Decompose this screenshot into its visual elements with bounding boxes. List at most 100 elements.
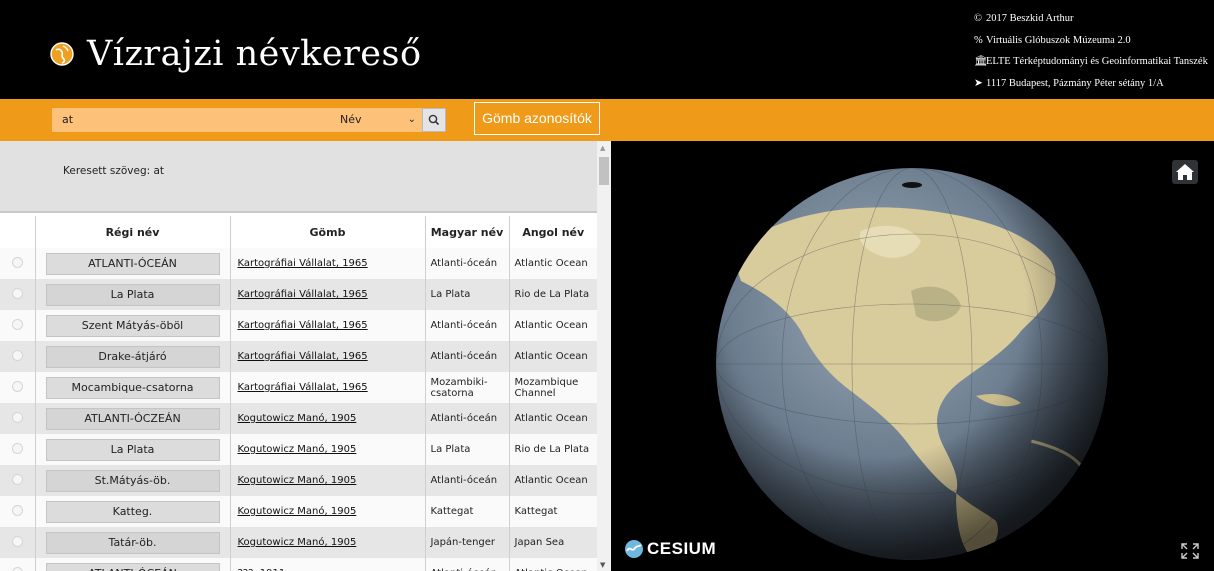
column-header-hungarian-name[interactable]: Magyar név <box>424 216 509 248</box>
globe-cell: Kogutowicz Manó, 1905 <box>229 527 425 558</box>
hungarian-name-cell: Atlanti-óceán <box>424 465 509 496</box>
row-select-cell[interactable] <box>0 310 35 341</box>
globe-link[interactable]: Kartográfiai Vállalat, 1965 <box>236 351 368 362</box>
table-row[interactable]: St.Mátyás-öb. Kogutowicz Manó, 1905 Atlant… <box>0 465 597 496</box>
search-icon <box>428 114 440 126</box>
globe-link[interactable]: Kogutowicz Manó, 1905 <box>236 506 357 517</box>
table-row[interactable]: La Plata Kogutowicz Manó, 1905 La Plata Rio… <box>0 434 597 465</box>
old-name-box[interactable]: ATLANTI-ÓCEÁN <box>45 562 220 571</box>
old-name-box[interactable]: ATLANTI-ÓCEÁN <box>45 252 220 275</box>
fullscreen-button[interactable] <box>1178 540 1202 562</box>
old-name-box[interactable]: La Plata <box>45 283 220 306</box>
chevron-down-icon: ⌄ <box>407 114 416 125</box>
table-row[interactable]: Drake-átjáró Kartográfiai Vállalat, 1965 A… <box>0 341 597 372</box>
credit-link[interactable]: % Virtuális Glóbuszok Múzeuma 2.0 <box>974 30 1208 52</box>
old-name-box[interactable]: Tatár-öb. <box>45 531 220 554</box>
english-name-cell: Kattegat <box>508 496 597 527</box>
globe-cell: Kogutowicz Manó, 1905 <box>229 434 425 465</box>
scroll-down-icon[interactable]: ▼ <box>600 561 605 569</box>
row-select-cell[interactable] <box>0 372 35 403</box>
row-select-cell[interactable] <box>0 465 35 496</box>
globe-cell: Kogutowicz Manó, 1905 <box>229 403 425 434</box>
search-input[interactable]: at <box>52 108 332 132</box>
table-row[interactable]: ATLANTI-ÓCEÁN Kartográfiai Vállalat, 1965… <box>0 248 597 279</box>
table-row[interactable]: Tatár-öb. Kogutowicz Manó, 1905 Japán-teng… <box>0 527 597 558</box>
old-name-box[interactable]: Katteg. <box>45 500 220 523</box>
old-name-cell: St.Mátyás-öb. <box>34 465 230 496</box>
search-field-select[interactable]: Név ⌄ <box>332 108 422 132</box>
row-radio[interactable] <box>11 256 23 268</box>
globe-link[interactable]: Kogutowicz Manó, 1905 <box>236 444 357 455</box>
globe-link[interactable]: Kartográfiai Vállalat, 1965 <box>236 382 368 393</box>
globe-link[interactable]: Kogutowicz Manó, 1905 <box>236 413 357 424</box>
globe-ids-button[interactable]: Gömb azonosítók <box>474 102 600 135</box>
row-select-cell[interactable] <box>0 248 35 279</box>
old-name-box[interactable]: Drake-átjáró <box>45 345 220 368</box>
row-select-cell[interactable] <box>0 434 35 465</box>
old-name-box[interactable]: Mocambique-csatorna <box>45 376 220 399</box>
row-radio[interactable] <box>11 318 23 330</box>
row-radio[interactable] <box>11 411 23 423</box>
old-name-box[interactable]: ATLANTI-ÓCZEÁN <box>45 407 220 430</box>
globe-icon <box>50 42 74 66</box>
row-select-cell[interactable] <box>0 279 35 310</box>
row-select-cell[interactable] <box>0 403 35 434</box>
old-name-cell: La Plata <box>34 434 230 465</box>
row-radio[interactable] <box>11 380 23 392</box>
table-row[interactable]: La Plata Kartográfiai Vállalat, 1965 La Pl… <box>0 279 597 310</box>
row-radio[interactable] <box>11 535 23 547</box>
column-header-globe[interactable]: Gömb <box>229 216 425 248</box>
table-row[interactable]: Szent Mátyás-öböl Kartográfiai Vállalat, … <box>0 310 597 341</box>
fullscreen-icon <box>1181 543 1199 559</box>
hungarian-name-cell: Japán-tenger <box>424 527 509 558</box>
english-name-cell: Atlantic Ocean <box>508 403 597 434</box>
row-radio[interactable] <box>11 349 23 361</box>
globe-link[interactable]: Kartográfiai Vállalat, 1965 <box>236 258 368 269</box>
column-header-english-name[interactable]: Angol név <box>508 216 597 248</box>
globe-link[interactable]: Kogutowicz Manó, 1905 <box>236 537 357 548</box>
english-name-cell: Atlantic Ocean <box>508 248 597 279</box>
globe-viewer[interactable] <box>611 141 1214 571</box>
table-row[interactable]: ATLANTI-ÓCEÁN ???, 1911Atlanti-óceánAtlan… <box>0 558 597 571</box>
hungarian-name-cell: Atlanti-óceán <box>424 341 509 372</box>
row-radio[interactable] <box>11 473 23 485</box>
old-name-box[interactable]: St.Mátyás-öb. <box>45 469 220 492</box>
old-name-cell: Szent Mátyás-öböl <box>34 310 230 341</box>
hungarian-name-cell: Atlanti-óceán <box>424 248 509 279</box>
english-name-cell: Atlantic Ocean <box>508 341 597 372</box>
cesium-logo[interactable]: CESIUM <box>624 539 716 559</box>
credits: © 2017 Beszkid Arthur % Virtuális Glóbuszo… <box>974 8 1208 94</box>
row-select-cell[interactable] <box>0 341 35 372</box>
row-select-cell[interactable] <box>0 558 35 571</box>
globe-link[interactable]: Kartográfiai Vállalat, 1965 <box>236 320 368 331</box>
searched-text-box: Keresett szöveg: at <box>0 141 597 213</box>
english-name-cell: Mozambique Channel <box>508 372 597 403</box>
row-select-cell[interactable] <box>0 527 35 558</box>
globe-link[interactable]: Kogutowicz Manó, 1905 <box>236 475 357 486</box>
select-value: Név <box>340 113 362 126</box>
table-row[interactable]: Katteg. Kogutowicz Manó, 1905 Kattegat Katt… <box>0 496 597 527</box>
globe-link[interactable]: Kartográfiai Vállalat, 1965 <box>236 289 368 300</box>
location-arrow-icon: ➤ <box>974 77 983 89</box>
credit-institution[interactable]: 🏛ELTE Térképtudományi és Geoinformatikai… <box>974 51 1208 73</box>
results-table: Régi név Gömb Magyar név Angol név ATLAN… <box>0 216 597 571</box>
search-button[interactable] <box>422 108 446 132</box>
globe-image[interactable] <box>611 141 1214 571</box>
scroll-up-icon[interactable]: ▲ <box>600 144 605 152</box>
column-header-old-name[interactable]: Régi név <box>34 216 230 248</box>
table-row[interactable]: ATLANTI-ÓCZEÁN Kogutowicz Manó, 1905 Atlan… <box>0 403 597 434</box>
row-select-cell[interactable] <box>0 496 35 527</box>
row-radio[interactable] <box>11 504 23 516</box>
table-row[interactable]: Mocambique-csatorna Kartográfiai Vállalat… <box>0 372 597 403</box>
old-name-box[interactable]: La Plata <box>45 438 220 461</box>
hungarian-name-cell: Atlanti-óceán <box>424 310 509 341</box>
home-button[interactable] <box>1172 160 1198 184</box>
row-radio[interactable] <box>11 287 23 299</box>
results-scrollbar[interactable]: ▲ ▼ <box>597 141 611 571</box>
hungarian-name-cell: Mozambiki-csatorna <box>424 372 509 403</box>
english-name-cell: Japan Sea <box>508 527 597 558</box>
scrollbar-thumb[interactable] <box>599 157 609 185</box>
row-radio[interactable] <box>11 566 23 571</box>
row-radio[interactable] <box>11 442 23 454</box>
old-name-box[interactable]: Szent Mátyás-öböl <box>45 314 220 337</box>
